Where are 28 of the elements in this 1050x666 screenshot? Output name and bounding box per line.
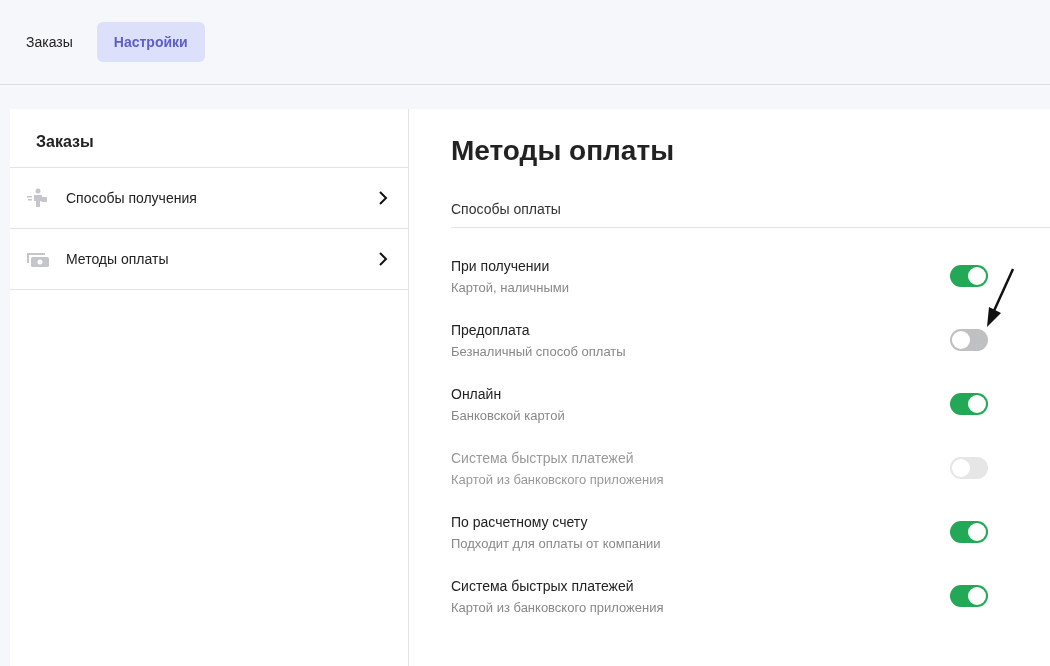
- method-name: Онлайн: [451, 385, 503, 402]
- method-name: При получении: [451, 257, 551, 274]
- toggle-switch[interactable]: [950, 329, 988, 351]
- nav-tab[interactable]: Настройки: [96, 22, 205, 62]
- pointer-arrow: [985, 267, 1015, 329]
- method-description: Картой из банковского приложения: [451, 599, 665, 615]
- sidebar-item[interactable]: Методы оплаты: [10, 229, 408, 290]
- method-name: Система быстрых платежей: [451, 577, 635, 594]
- sidebar-title: Заказы: [10, 109, 408, 168]
- method-description: Картой, наличными: [451, 279, 571, 295]
- method-description: Банковской картой: [451, 407, 566, 423]
- method-name: По расчетному счету: [451, 513, 589, 530]
- courier-icon: [26, 188, 50, 208]
- page-title: Методы оплаты: [451, 134, 676, 167]
- toggle-switch[interactable]: [950, 521, 988, 543]
- nav-tab[interactable]: Заказы: [16, 22, 83, 62]
- method-name: Система быстрых платежей: [451, 449, 635, 466]
- method-description: Картой из банковского приложения: [451, 471, 665, 487]
- chevron-right-icon: [378, 252, 388, 266]
- section-heading: Способы оплаты: [451, 167, 1050, 228]
- toggle-switch[interactable]: [950, 393, 988, 415]
- method-description: Безналичный способ оплаты: [451, 343, 627, 359]
- toggle-switch[interactable]: [950, 585, 988, 607]
- sidebar-item[interactable]: Способы получения: [10, 168, 408, 229]
- toggle-switch[interactable]: [950, 265, 988, 287]
- method-description: Подходит для оплаты от компании: [451, 535, 662, 551]
- method-name: Предоплата: [451, 321, 531, 338]
- chevron-right-icon: [378, 191, 388, 205]
